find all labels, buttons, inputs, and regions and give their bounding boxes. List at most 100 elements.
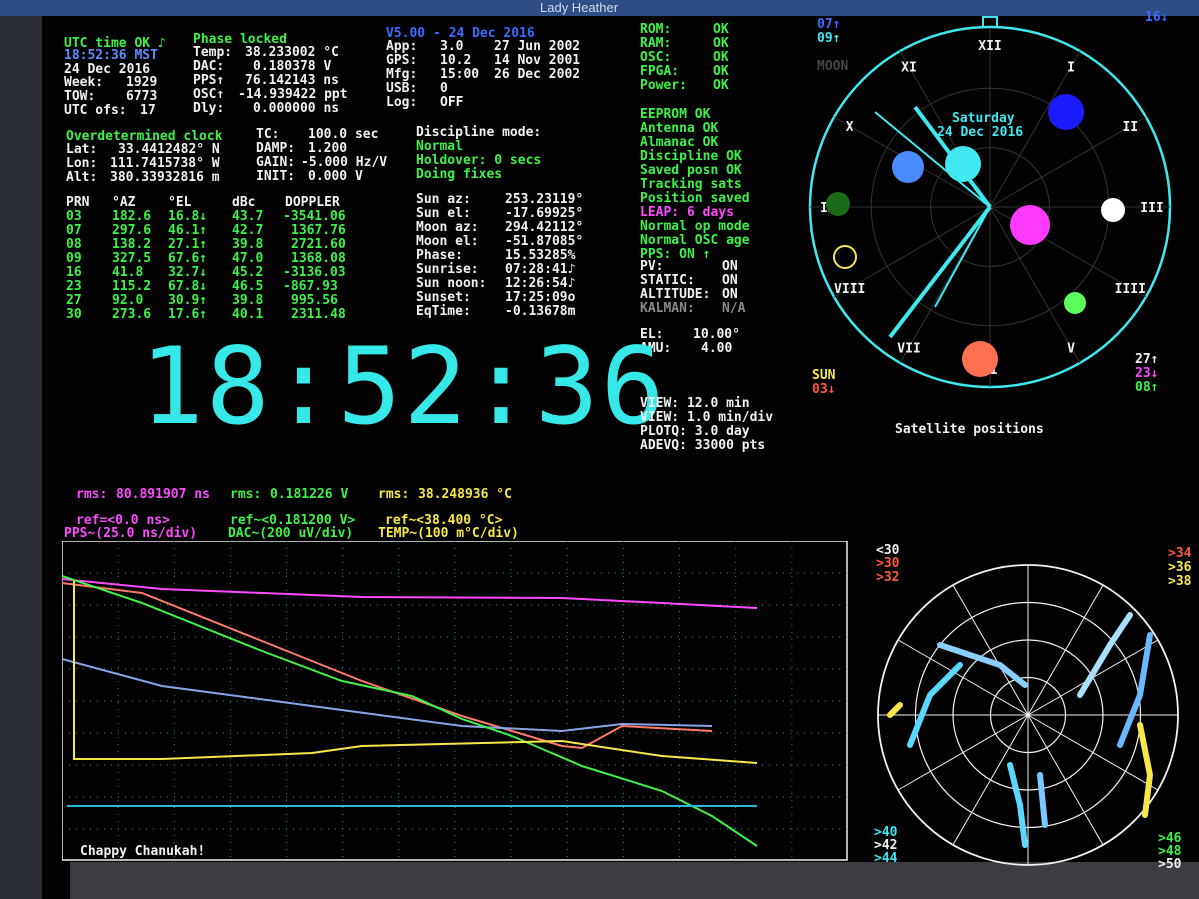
version-date: 26 Dec 2002	[494, 67, 581, 82]
sat-table-cell: 46.5	[232, 279, 264, 294]
lon-value: 111.7415738° W	[110, 156, 220, 171]
sky-title: Satellite positions	[895, 422, 1044, 437]
view-setting: PLOTQ: 3.0 day	[640, 424, 750, 439]
sat-table-cell: 45.2	[232, 265, 264, 280]
sky-top-left-1: 07↑	[817, 17, 841, 32]
sky-hour-label: VII	[897, 341, 920, 356]
signal-level-map	[877, 564, 1179, 866]
scale-dac: DAC~(200 uV/div)	[228, 526, 354, 541]
dly-label: Dly:	[193, 101, 225, 116]
health-value: OK	[713, 50, 729, 65]
sat-table-cell: 92.0	[112, 293, 144, 308]
satellite-marker	[945, 146, 981, 182]
graph-footer: Chappy Chanukah!	[80, 844, 206, 859]
init-value: 0.000 V	[308, 169, 363, 184]
sat-table-cell: 27.1↑	[168, 237, 208, 252]
flag-value: N/A	[722, 301, 746, 316]
sat-table-cell: 46.1↑	[168, 223, 208, 238]
signal-track	[1137, 722, 1154, 818]
sky-hour-label: X	[846, 120, 854, 135]
signal-track	[1007, 762, 1028, 848]
sat-table-cell: -3541.06	[283, 209, 346, 224]
rms-value: 38.248936 °C	[418, 487, 512, 502]
signal-track	[907, 662, 963, 748]
flag-label: PV:	[640, 259, 664, 274]
scale-pps: PPS~(25.0 ns/div)	[64, 526, 198, 541]
moon-label: MOON	[817, 59, 849, 74]
clock-hour-hand	[888, 205, 992, 339]
temp-value: 38.233002 °C	[245, 45, 339, 60]
health-item: Discipline OK	[640, 149, 742, 164]
rms-value: 0.181226 V	[270, 487, 349, 502]
dac-trace	[62, 582, 713, 750]
sat-table-cell: 273.6	[112, 307, 152, 322]
normal-op: Normal op mode	[640, 219, 750, 234]
signal-track	[937, 642, 1028, 688]
flag-value: ON	[722, 259, 738, 274]
discipline-mode: Normal	[416, 139, 463, 154]
flag-value: ON	[722, 287, 738, 302]
sat-table-cell: 16.8↓	[168, 209, 208, 224]
utcofs-value: 17	[140, 103, 156, 118]
history-graph[interactable]	[62, 541, 848, 861]
sun-moon-label: Sun noon:	[416, 276, 487, 291]
window-title: Lady Heather	[540, 0, 619, 15]
gain-label: GAIN:	[256, 155, 296, 170]
sat-table-cell: 43.7	[232, 209, 264, 224]
lon-label: Lon:	[66, 156, 98, 171]
local-time: 18:52:36 MST	[64, 48, 158, 63]
alt-value: 380.33932816 m	[110, 170, 220, 185]
health-item: Position saved	[640, 191, 750, 206]
scale-temp: TEMP~(100 m°C/div)	[378, 526, 519, 541]
version-date: 14 Nov 2001	[494, 53, 581, 68]
tc-label: TC:	[256, 127, 280, 142]
sat-table-cell: 2721.60	[291, 237, 346, 252]
sat-table-cell: 1368.08	[291, 251, 346, 266]
health-item: Almanac OK	[640, 135, 719, 150]
health-item: EEPROM OK	[640, 107, 711, 122]
signal-track	[1117, 632, 1153, 748]
sig-bottom-left-3: >44	[874, 851, 898, 866]
clock-aux-hand	[934, 206, 991, 308]
sun-moon-value: -51.87085°	[505, 234, 584, 249]
sig-left-3: >32	[876, 570, 900, 585]
view-setting: ADEVQ: 33000 pts	[640, 438, 766, 453]
sky-hour-label: XI	[901, 61, 917, 76]
leap-status: LEAP: 6 days	[640, 205, 734, 220]
sat-table-cell: -3136.03	[283, 265, 346, 280]
sig-right-2: >36	[1168, 560, 1192, 575]
version-value: OFF	[440, 95, 464, 110]
holdover: Holdover: 0 secs	[416, 153, 542, 168]
sat-table-cell: 67.6↑	[168, 251, 208, 266]
lat-value: 33.4412482° N	[118, 142, 220, 157]
sat-table-cell: 47.0	[232, 251, 264, 266]
sig-right-1: >34	[1168, 546, 1192, 561]
version-value: 15:00	[440, 67, 480, 82]
health-label: RAM:	[640, 36, 672, 51]
temp-trace	[62, 658, 713, 733]
health-label: OSC:	[640, 50, 672, 65]
sky-bottom-right-2: 23↓	[1135, 366, 1159, 381]
sky-top-left-2: 09↑	[817, 31, 841, 46]
version-date: 27 Jun 2002	[494, 39, 581, 54]
health-value: OK	[713, 22, 729, 37]
sig-bottom-right-3: >50	[1158, 857, 1182, 872]
sat-table-cell: 39.8	[232, 237, 264, 252]
sat-table-cell: 995.56	[291, 293, 338, 308]
signal-spoke	[1027, 584, 1104, 716]
sat-table-header: °EL	[168, 195, 192, 210]
health-value: OK	[713, 36, 729, 51]
sky-hour-label: I	[1067, 61, 1075, 76]
signal-track	[887, 702, 903, 718]
rms-label: rms:	[378, 487, 410, 502]
sky-plot: XIIIIIIIIIIIIVVIVIIVIIIIXXXI	[808, 16, 1172, 389]
health-value: OK	[713, 64, 729, 79]
tc-value: 100.0 sec	[308, 127, 379, 142]
sky-bottom-right-3: 08↑	[1135, 380, 1159, 395]
rms-value: 80.891907 ns	[116, 487, 210, 502]
sat-table-header: dBc	[232, 195, 256, 210]
big-clock: 18:52:36	[140, 325, 667, 448]
osc-label: OSC↑	[193, 87, 225, 102]
sat-table-cell: 39.8	[232, 293, 264, 308]
sun-moon-label: Sun az:	[416, 192, 471, 207]
